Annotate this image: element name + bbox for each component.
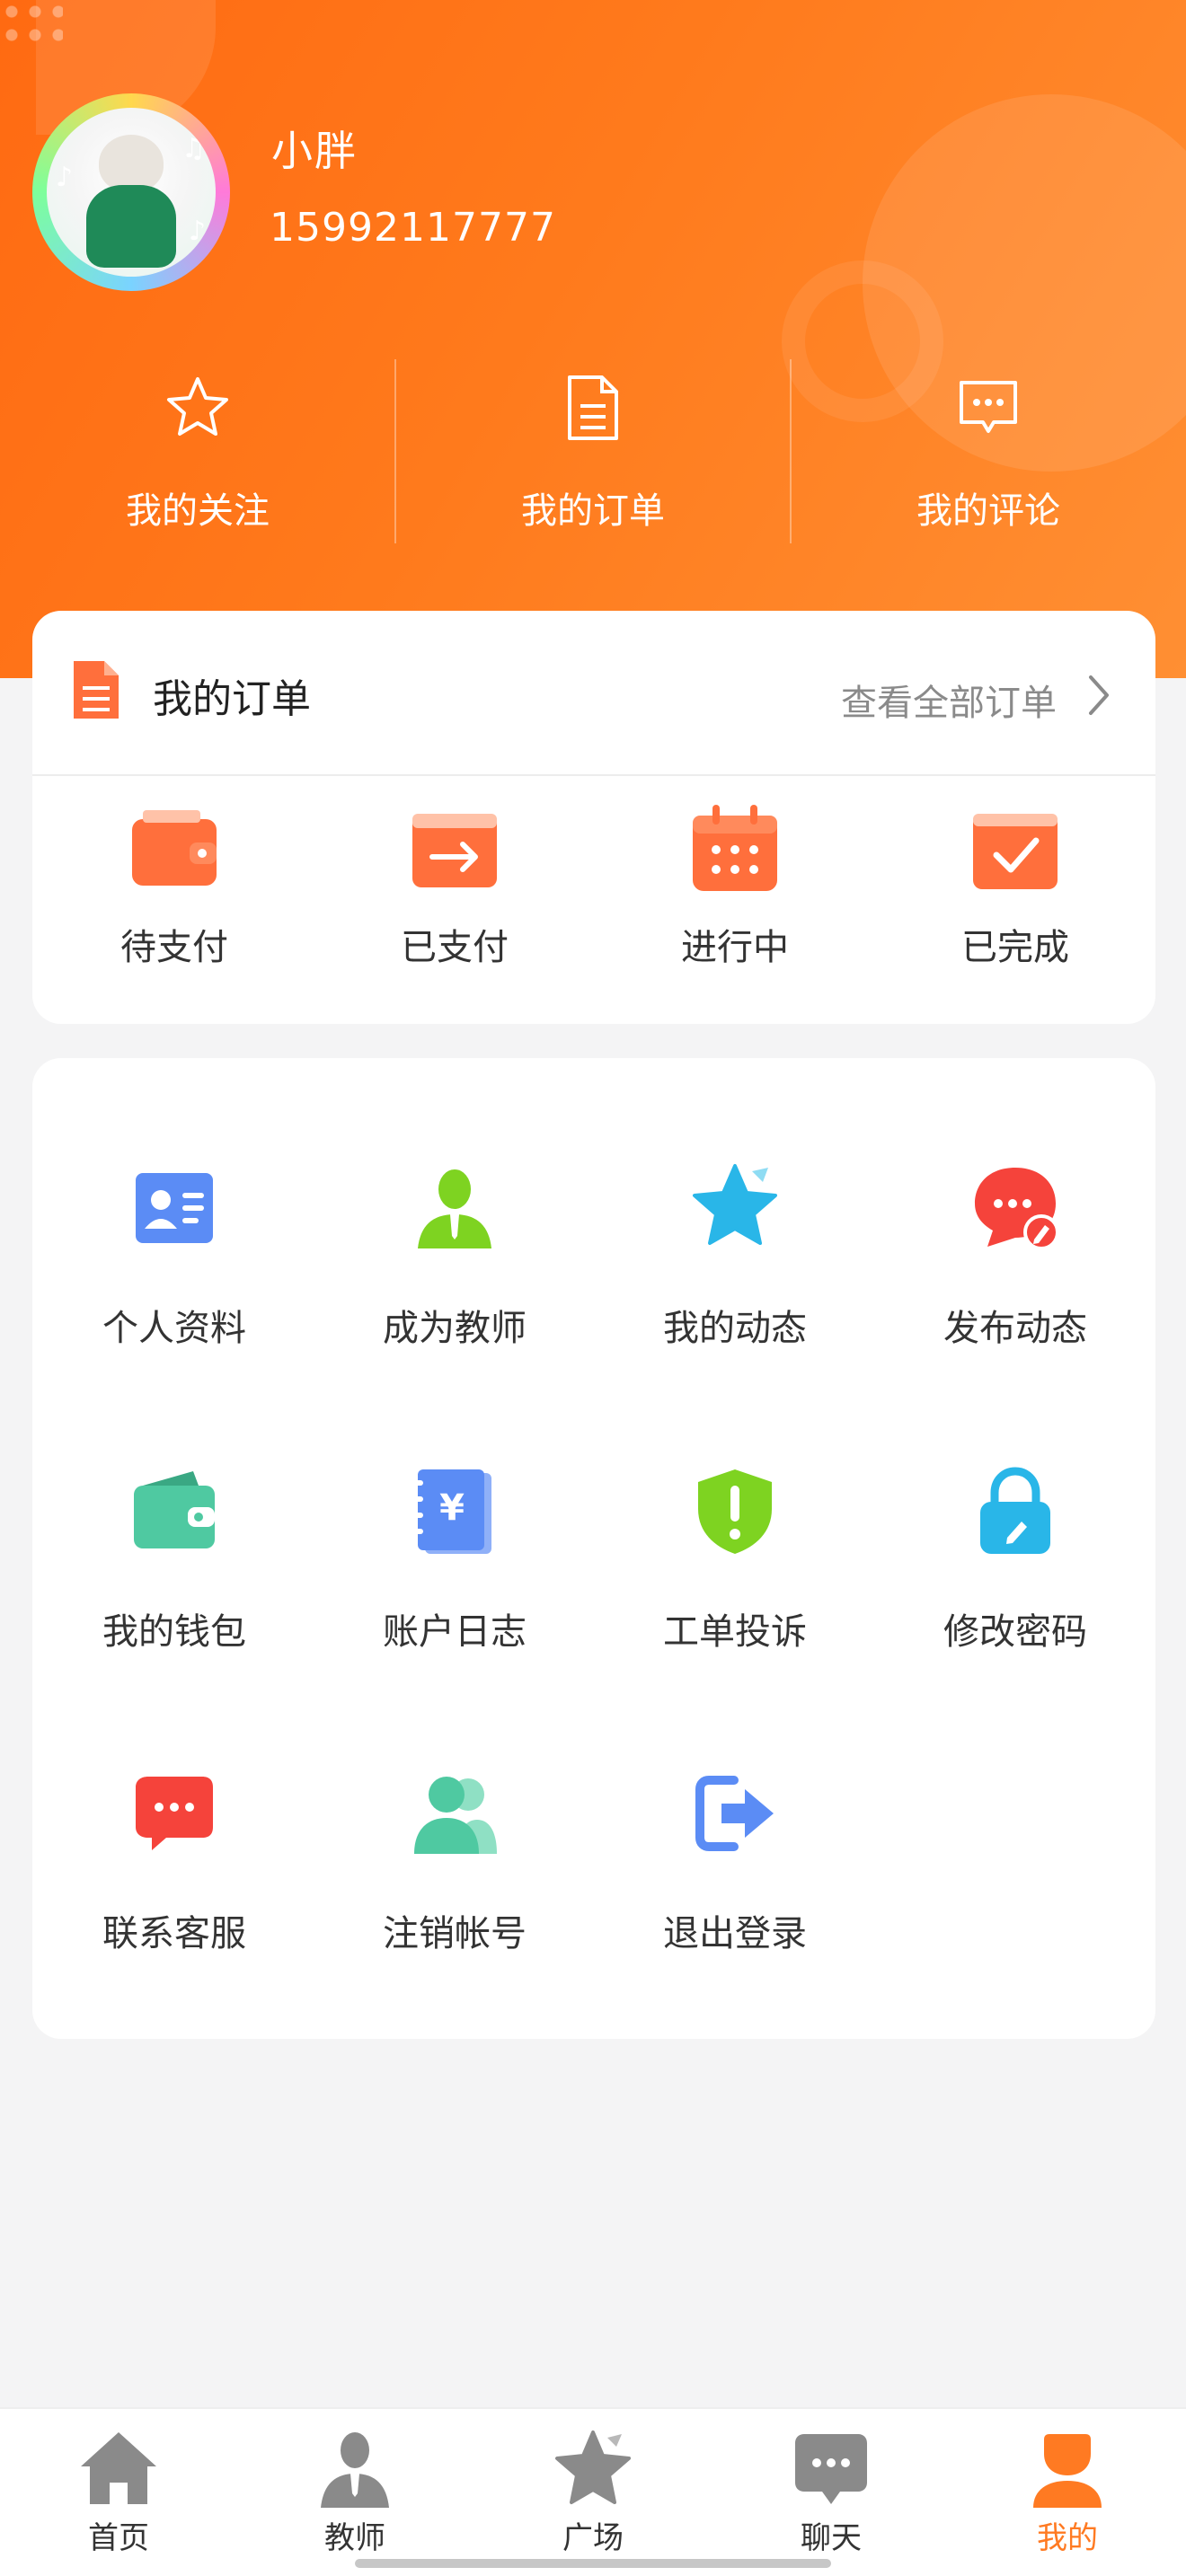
- tab-teacher[interactable]: 教师: [265, 2427, 445, 2557]
- menu-item-label: 联系客服: [102, 1913, 246, 1954]
- tab-label: 我的: [1037, 2520, 1098, 2556]
- order-status-label: 进行中: [681, 927, 789, 968]
- menu-item-label: 修改密码: [943, 1611, 1087, 1653]
- menu-item-label: 我的钱包: [102, 1611, 246, 1653]
- star-icon: [555, 2430, 631, 2504]
- header-decoration: [0, 0, 63, 45]
- comment-icon: [960, 381, 1017, 433]
- menu-item-logout[interactable]: 退出登录: [595, 1764, 875, 1956]
- calendar-icon: [693, 805, 777, 891]
- chat-icon: [795, 2434, 867, 2504]
- orders-header[interactable]: 我的订单 查看全部订单: [32, 611, 1155, 776]
- tab-label: 广场: [562, 2520, 624, 2556]
- users-icon: [414, 1777, 497, 1854]
- chevron-right-icon[interactable]: [1080, 670, 1116, 720]
- document-icon: [568, 375, 618, 440]
- menu-item-account-log[interactable]: ¥ 账户日志: [314, 1462, 595, 1654]
- menu-item-label: 工单投诉: [663, 1611, 807, 1653]
- logout-icon: [695, 1776, 774, 1851]
- tab-mine[interactable]: 我的: [978, 2427, 1157, 2557]
- avatar-image: ♪ ♫ ♪: [47, 108, 216, 277]
- menu-item-change-password[interactable]: 修改密码: [875, 1462, 1155, 1654]
- id-card-icon: [136, 1173, 213, 1243]
- user-name: 小胖: [271, 127, 358, 175]
- svg-text:¥: ¥: [439, 1487, 465, 1529]
- shield-alert-icon: [698, 1469, 772, 1554]
- tab-home[interactable]: 首页: [29, 2427, 208, 2557]
- menu-item-label: 发布动态: [943, 1308, 1087, 1349]
- lock-icon: [980, 1467, 1050, 1554]
- user-phone: 15992117777: [270, 205, 556, 251]
- wallet-icon: [134, 1471, 215, 1548]
- order-status-in-progress[interactable]: 进行中: [595, 799, 875, 970]
- menu-item-label: 退出登录: [663, 1913, 807, 1954]
- menu-item-my-posts[interactable]: 我的动态: [595, 1159, 875, 1351]
- home-indicator: [355, 2559, 831, 2568]
- quick-action-follow[interactable]: 我的关注: [0, 359, 395, 548]
- menu-item-wallet[interactable]: 我的钱包: [34, 1462, 314, 1654]
- menu-item-customer-service[interactable]: 联系客服: [34, 1764, 314, 1956]
- quick-action-label: 我的订单: [521, 490, 665, 532]
- menu-item-label: 注销帐号: [383, 1913, 527, 1954]
- profile-icon: [1033, 2434, 1102, 2508]
- tab-square[interactable]: 广场: [503, 2427, 683, 2557]
- ledger-icon: ¥: [414, 1469, 491, 1554]
- menu-item-label: 个人资料: [102, 1308, 246, 1349]
- star-outline-icon: [167, 377, 228, 436]
- menu-item-label: 成为教师: [383, 1308, 527, 1349]
- quick-action-comments[interactable]: 我的评论: [791, 359, 1186, 548]
- order-status-paid[interactable]: 已支付: [314, 799, 595, 970]
- bottom-tab-bar: 首页 教师 广场 聊天 我的: [0, 2407, 1186, 2576]
- tab-label: 首页: [88, 2520, 149, 2556]
- view-all-orders-link[interactable]: 查看全部订单: [841, 674, 1057, 726]
- teacher-icon: [418, 1169, 491, 1248]
- order-status-pending-payment[interactable]: 待支付: [34, 799, 314, 970]
- order-status-completed[interactable]: 已完成: [875, 799, 1155, 970]
- quick-action-label: 我的评论: [916, 490, 1060, 532]
- menu-card: 个人资料 成为教师 我的动态 发布动态 我的钱包 ¥ 账户日志 工单投诉 修改密…: [32, 1058, 1155, 2039]
- chat-bubble-icon: [136, 1777, 213, 1850]
- quick-action-orders[interactable]: 我的订单: [395, 359, 791, 548]
- order-status-label: 已完成: [961, 927, 1069, 968]
- profile-header: ♪ ♫ ♪ 小胖 15992117777 我的关注 我的订单 我的评论: [0, 0, 1186, 678]
- order-status-label: 待支付: [120, 927, 228, 968]
- arrow-box-icon: [412, 814, 497, 887]
- tab-label: 聊天: [801, 2520, 862, 2556]
- menu-item-label: 我的动态: [663, 1308, 807, 1349]
- check-box-icon: [973, 814, 1058, 889]
- tab-chat[interactable]: 聊天: [741, 2427, 921, 2557]
- orders-card: 我的订单 查看全部订单 待支付 已支付 进行中 已完成: [32, 611, 1155, 1024]
- chat-edit-icon: [975, 1168, 1059, 1250]
- menu-item-publish-post[interactable]: 发布动态: [875, 1159, 1155, 1351]
- star-icon: [693, 1164, 777, 1245]
- home-icon: [81, 2432, 156, 2504]
- teacher-icon: [321, 2432, 389, 2508]
- orders-title: 我的订单: [153, 676, 311, 722]
- menu-item-profile[interactable]: 个人资料: [34, 1159, 314, 1351]
- quick-action-label: 我的关注: [126, 490, 270, 532]
- wallet-icon: [132, 810, 217, 886]
- order-status-label: 已支付: [401, 927, 509, 968]
- menu-item-complaint[interactable]: 工单投诉: [595, 1462, 875, 1654]
- menu-item-delete-account[interactable]: 注销帐号: [314, 1764, 595, 1956]
- order-document-icon: [74, 661, 119, 719]
- menu-item-label: 账户日志: [383, 1611, 527, 1653]
- menu-item-become-teacher[interactable]: 成为教师: [314, 1159, 595, 1351]
- avatar[interactable]: ♪ ♫ ♪: [32, 93, 230, 291]
- tab-label: 教师: [324, 2520, 385, 2556]
